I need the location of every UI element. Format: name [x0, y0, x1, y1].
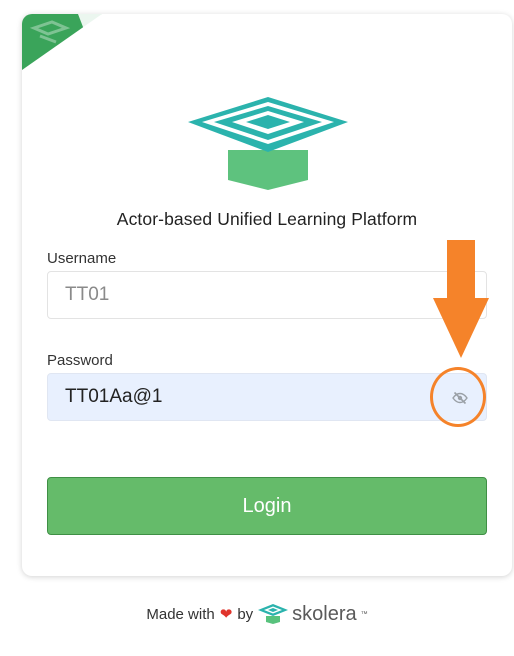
password-value: TT01Aa@1: [65, 386, 163, 407]
corner-ribbon-icon: [22, 14, 102, 70]
footer-by: by: [237, 605, 254, 623]
brand-name: skolera: [292, 602, 357, 625]
username-field[interactable]: TT01: [47, 271, 487, 319]
heart-icon: ❤: [219, 606, 233, 623]
annotation-circle: [430, 367, 486, 427]
brand-trademark: ™: [360, 610, 368, 618]
username-value: TT01: [65, 284, 110, 305]
skolera-mark-icon: [258, 604, 289, 624]
username-label: Username: [47, 250, 117, 267]
annotation-arrow: [433, 240, 489, 358]
corner-accent-icon: [510, 14, 512, 16]
password-label: Password: [47, 352, 113, 369]
footer-brand[interactable]: skolera ™: [258, 602, 368, 626]
skolera-logo-icon: [188, 97, 348, 190]
app-tagline: Actor-based Unified Learning Platform: [116, 209, 418, 229]
login-button[interactable]: Login: [47, 477, 487, 535]
password-field[interactable]: TT01Aa@1: [47, 373, 487, 421]
footer-made-with: Made with: [146, 605, 215, 623]
footer: Made with ❤ by skolera ™: [0, 600, 514, 628]
